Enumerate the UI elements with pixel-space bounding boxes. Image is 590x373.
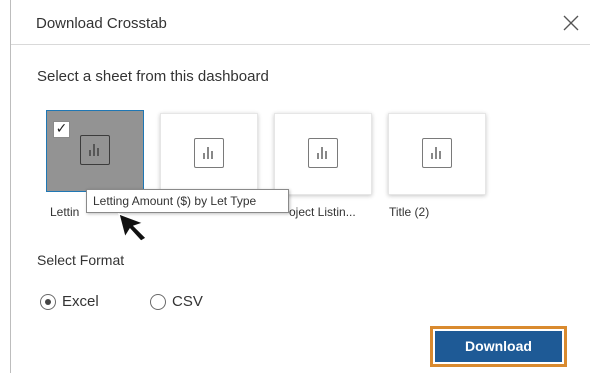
sheet-card-4-label: Title (2) [389, 205, 430, 219]
sheet-card-4[interactable] [388, 113, 486, 195]
bar-chart-icon [308, 138, 338, 168]
bar-chart-icon [422, 138, 452, 168]
sheet-section-heading: Select a sheet from this dashboard [37, 68, 269, 85]
sheet-card-3[interactable] [274, 113, 372, 195]
download-button-highlight: Download [430, 326, 567, 367]
bar-chart-icon [80, 135, 110, 165]
download-button[interactable]: Download [435, 331, 562, 362]
sheet-card-1-label: Lettin [50, 205, 80, 219]
close-icon[interactable] [562, 14, 580, 32]
radio-selected-icon[interactable] [40, 294, 56, 310]
dialog-title: Download Crosstab [36, 15, 167, 32]
checkbox-checked-icon[interactable]: ✓ [53, 121, 70, 138]
sheet-card-1[interactable]: ✓ [46, 110, 144, 192]
bar-chart-icon [194, 138, 224, 168]
download-crosstab-dialog: Download Crosstab Select a sheet from th… [10, 0, 590, 373]
sheet-card-3-label: oject Listin... [289, 205, 356, 219]
format-option-csv-label: CSV [172, 293, 203, 310]
sheet-tooltip: Letting Amount ($) by Let Type [86, 189, 289, 213]
sheet-card-2[interactable] [160, 113, 258, 195]
dialog-header: Download Crosstab [11, 0, 590, 45]
mouse-pointer-icon [117, 212, 151, 247]
radio-unselected-icon[interactable] [150, 294, 166, 310]
format-option-excel-label: Excel [62, 293, 99, 310]
format-section-heading: Select Format [37, 252, 125, 268]
